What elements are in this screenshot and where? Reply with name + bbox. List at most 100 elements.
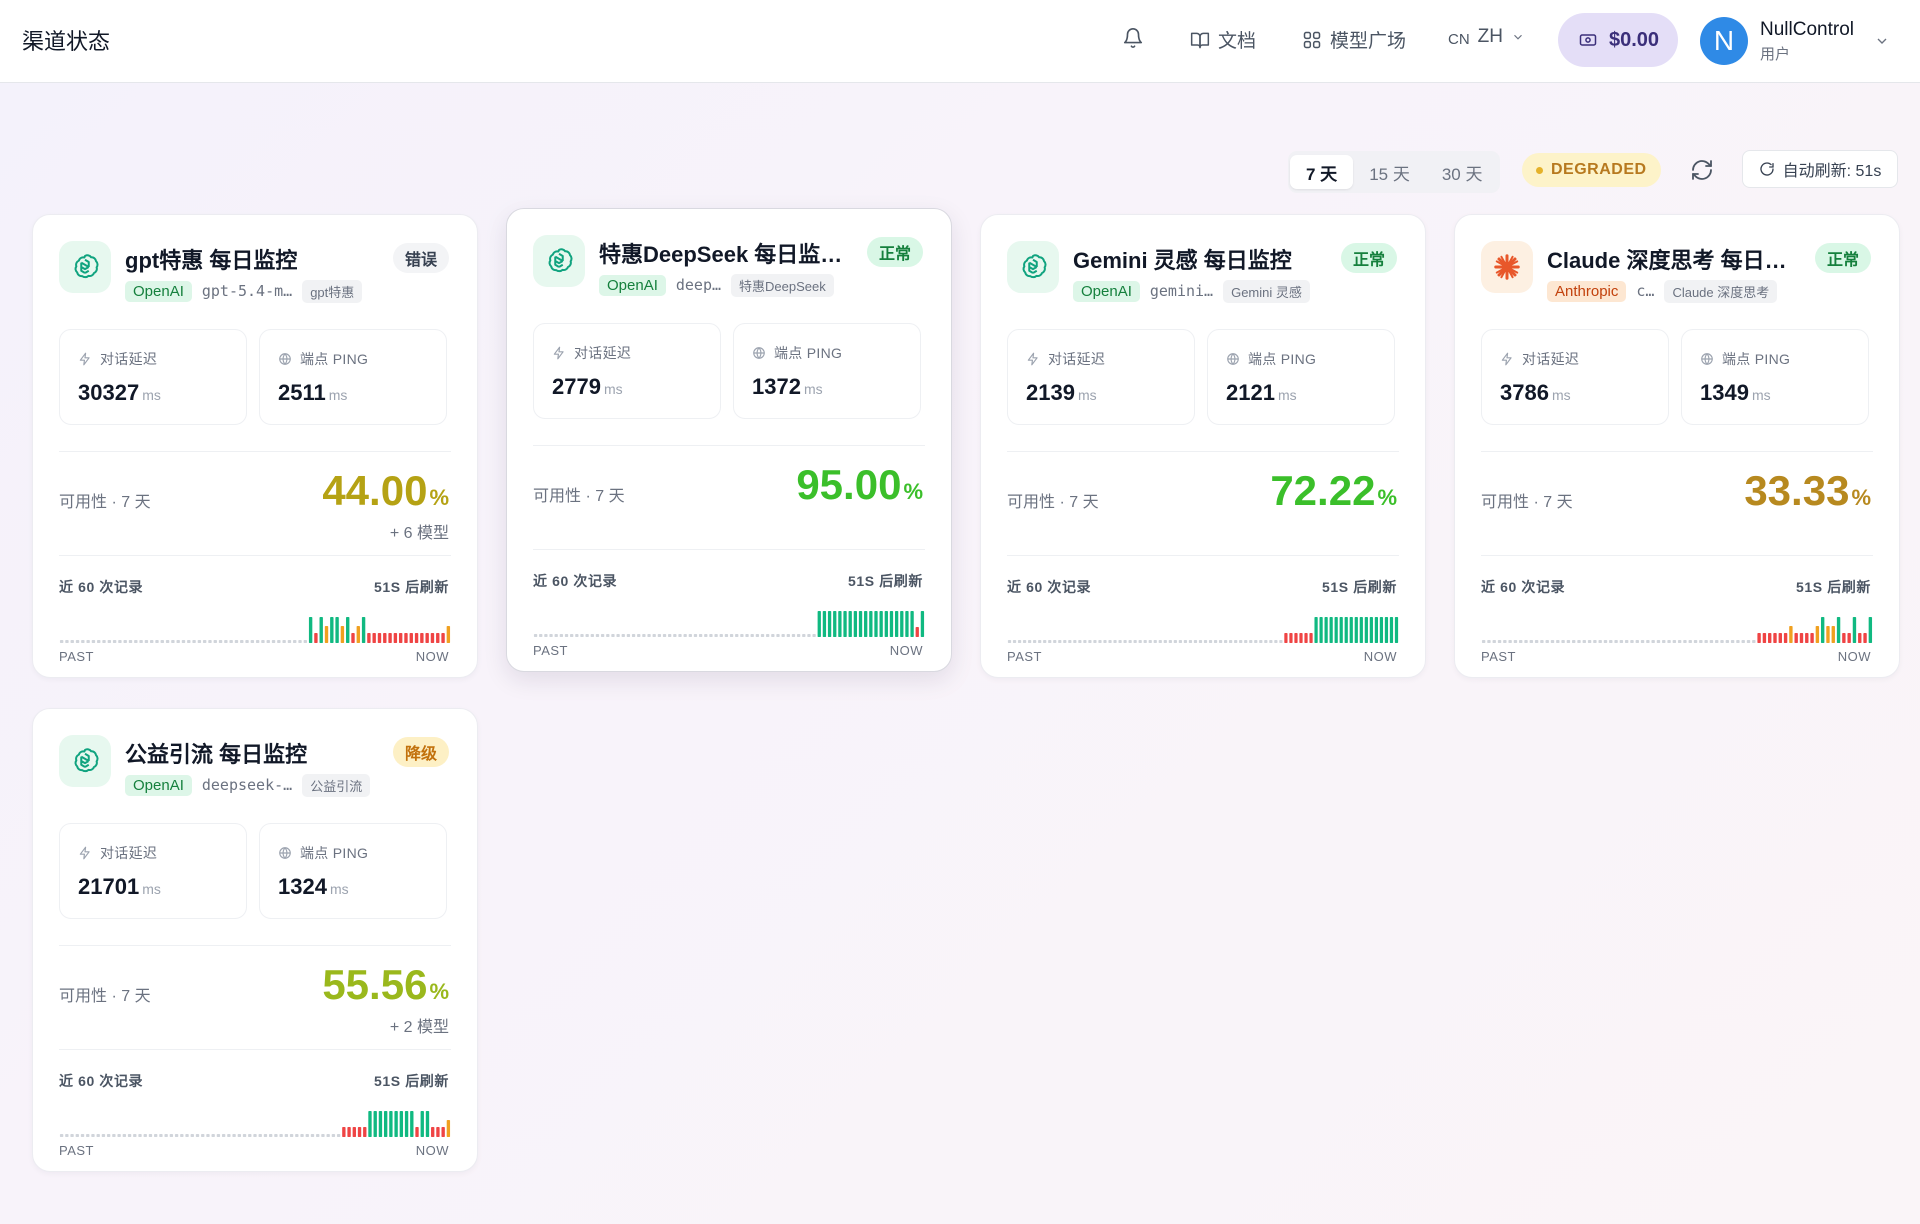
history-bar: [356, 626, 360, 643]
history-bar: [1624, 640, 1629, 643]
history-bar: [169, 1134, 174, 1137]
history-bar: [399, 1111, 404, 1137]
history-bar: [1852, 617, 1857, 643]
history-bar: [336, 1134, 341, 1137]
history-bar: [1640, 640, 1645, 643]
history-bar: [335, 617, 339, 643]
history-bar: [1384, 617, 1389, 643]
history-bar: [234, 640, 239, 643]
channel-card-5[interactable]: 公益引流 每日监控 降级 OpenAI deepseek-… 公益引流 对话延迟…: [32, 708, 478, 1172]
history-bar: [668, 634, 672, 637]
history-bar: [1672, 640, 1677, 643]
availability-label: 可用性 · 7 天: [1007, 494, 1099, 511]
history-bar: [393, 633, 398, 643]
history-bar: [383, 1111, 388, 1137]
channel-tag: 特惠DeepSeek: [731, 273, 834, 297]
latency-label: 对话延迟: [1026, 349, 1105, 369]
history-bar: [377, 633, 382, 643]
openai-icon: [74, 254, 99, 279]
model-plaza-link[interactable]: 模型广场: [1302, 26, 1406, 53]
history-bar: [102, 640, 106, 643]
history-bar: [1118, 640, 1122, 643]
history-bar: [910, 611, 914, 637]
notifications-button[interactable]: [1122, 26, 1144, 50]
history-bar: [414, 633, 419, 643]
history-bar: [1239, 640, 1243, 643]
history-bar: [843, 611, 847, 637]
history-bar: [544, 634, 548, 637]
history-bar: [274, 1134, 278, 1137]
history-bar: [415, 1127, 419, 1137]
history-bar: [195, 1134, 200, 1137]
history-bar: [1736, 640, 1740, 643]
history-bar: [117, 1134, 121, 1137]
history-bar: [1203, 640, 1208, 643]
availability-value: 95.00%: [796, 461, 923, 508]
history-bar: [242, 1134, 247, 1137]
ping-label: 端点 PING: [752, 343, 842, 363]
status-badge: 正常: [866, 237, 923, 267]
history-bar: [86, 1134, 90, 1137]
history-bar: [1858, 633, 1862, 643]
history-bar: [554, 634, 558, 637]
history-bar: [807, 634, 811, 637]
history-bar: [817, 611, 821, 637]
history-bar: [1369, 617, 1373, 643]
user-menu[interactable]: N NullControl 用户: [1700, 14, 1890, 68]
history-bar: [1364, 617, 1368, 643]
history-bar: [864, 611, 868, 637]
history-bar: [165, 640, 170, 643]
past-label: PAST: [1481, 649, 1516, 664]
history-bar: [1083, 640, 1087, 643]
history-bar: [1720, 640, 1724, 643]
history-bar: [202, 640, 207, 643]
records-label: 近 60 次记录: [1481, 579, 1566, 595]
records-label: 近 60 次记录: [59, 579, 144, 595]
auto-refresh-toggle[interactable]: 自动刷新: 51s: [1742, 150, 1898, 188]
history-bar: [853, 611, 858, 637]
history-bar: [719, 634, 723, 637]
history-bar: [218, 640, 223, 643]
provider-tag: OpenAI: [125, 280, 192, 302]
channel-card-4[interactable]: Claude 深度思考 每日… 正常 Anthropic c… Claude 深…: [1454, 214, 1900, 678]
channel-card-3[interactable]: Gemini 灵感 每日监控 正常 OpenAI gemini… Gemini …: [980, 214, 1426, 678]
history-bar: [1768, 633, 1772, 643]
history-bar: [1593, 640, 1597, 643]
refresh-countdown: 51S 后刷新: [848, 573, 923, 589]
channel-tag: 公益引流: [302, 773, 371, 797]
history-bar: [97, 640, 101, 643]
refresh-button[interactable]: [1686, 154, 1718, 186]
language-selector[interactable]: CN ZH: [1448, 26, 1525, 48]
history-bar: [425, 1111, 430, 1137]
history-bar: [174, 1134, 179, 1137]
history-bar: [657, 634, 662, 637]
past-label: PAST: [59, 649, 94, 664]
history-bar: [180, 1134, 184, 1137]
channel-title: Gemini 灵感 每日监控: [1073, 248, 1292, 273]
provider-logo: [533, 235, 585, 287]
wallet-balance-button[interactable]: $0.00: [1558, 13, 1678, 67]
history-bar: [1148, 640, 1152, 643]
history-bar: [1073, 640, 1077, 643]
range-15-days-button[interactable]: 15 天: [1353, 155, 1426, 189]
history-bar: [326, 1134, 330, 1137]
history-bar: [70, 640, 74, 643]
history-bar: [1264, 640, 1268, 643]
history-bar: [446, 1120, 451, 1137]
history-bar: [185, 1134, 189, 1137]
history-bar: [128, 640, 133, 643]
channel-card-1[interactable]: gpt特惠 每日监控 错误 OpenAI gpt-5.4-m… gpt特惠 对话…: [32, 214, 478, 678]
history-bar: [894, 611, 899, 637]
history-bar: [755, 634, 760, 637]
history-bar: [693, 634, 698, 637]
channel-card-2[interactable]: 特惠DeepSeek 每日监… 正常 OpenAI deep… 特惠DeepSe…: [506, 208, 952, 672]
docs-link[interactable]: 文档: [1190, 26, 1256, 53]
history-bar: [300, 1134, 304, 1137]
range-7-days-button[interactable]: 7 天: [1290, 155, 1354, 189]
history-bar: [211, 1134, 215, 1137]
history-bar: [1158, 640, 1162, 643]
history-bar: [750, 634, 754, 637]
history-bar: [1304, 633, 1308, 643]
range-30-days-button[interactable]: 30 天: [1426, 155, 1499, 189]
book-icon: [1190, 32, 1210, 48]
